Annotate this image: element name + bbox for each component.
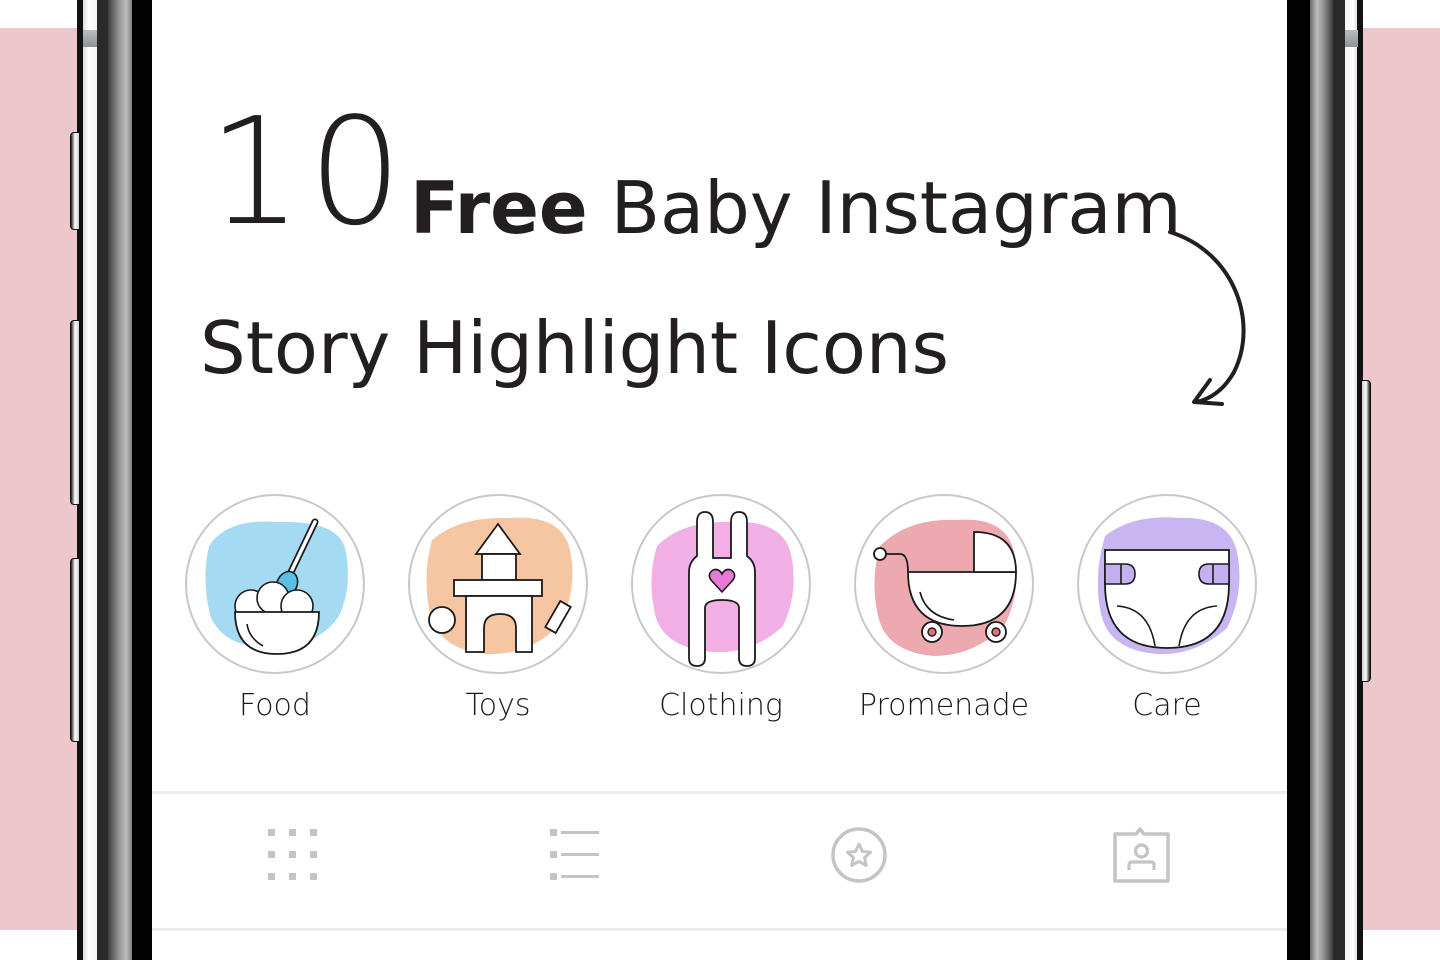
phone-frame-left-metal xyxy=(108,0,134,960)
highlight-ring[interactable] xyxy=(631,494,811,674)
star-circle-icon xyxy=(831,827,887,883)
highlight-toys[interactable]: Toys xyxy=(408,494,588,723)
highlight-ring[interactable] xyxy=(1077,494,1257,674)
mute-switch xyxy=(70,132,80,230)
tab-favorites[interactable] xyxy=(829,825,889,885)
antenna-band-right xyxy=(1345,30,1358,47)
phone-frame-left-inner xyxy=(97,0,108,960)
highlight-promenade[interactable]: Promenade xyxy=(854,494,1034,723)
highlight-ring[interactable] xyxy=(185,494,365,674)
story-highlights-row: Food Toys Clothing Promenade Care xyxy=(152,494,1287,723)
highlight-label: Clothing xyxy=(659,688,783,723)
highlight-label: Promenade xyxy=(858,688,1030,723)
phone-frame-left-border xyxy=(132,0,152,960)
diaper-icon xyxy=(1097,517,1240,655)
grid-icon xyxy=(268,829,317,880)
tab-grid[interactable] xyxy=(264,825,324,885)
highlight-clothing[interactable]: Clothing xyxy=(631,494,811,723)
highlight-label: Toys xyxy=(465,688,531,723)
power-button xyxy=(1361,380,1371,682)
baby-overalls-heart-icon xyxy=(651,511,794,667)
curved-arrow-icon xyxy=(1168,230,1246,406)
volume-up-button xyxy=(70,320,80,505)
baby-stroller-icon xyxy=(873,519,1017,656)
phone-frame-right-metal xyxy=(1310,0,1333,960)
headline-line-1-rest: Baby Instagram xyxy=(610,166,1182,250)
highlight-care[interactable]: Care xyxy=(1077,494,1257,723)
highlight-ring[interactable] xyxy=(854,494,1034,674)
volume-down-button xyxy=(70,558,80,742)
phone-frame-right-inner xyxy=(1333,0,1345,960)
tabbar-top-divider xyxy=(152,791,1287,794)
headline-line-1: Free Baby Instagram xyxy=(410,172,1182,244)
phone-screen: 10 Free Baby Instagram Story Highlight I… xyxy=(152,0,1287,960)
highlight-label: Care xyxy=(1132,688,1202,723)
tabbar-bottom-divider xyxy=(152,928,1287,931)
tab-list[interactable] xyxy=(548,825,608,885)
phone-frame-left-bezel xyxy=(83,0,97,960)
toy-blocks-castle-icon xyxy=(426,517,573,655)
phone-frame-right-border xyxy=(1287,0,1310,960)
highlight-food[interactable]: Food xyxy=(185,494,365,723)
tab-tagged[interactable] xyxy=(1112,825,1172,885)
bowl-with-spoon-icon xyxy=(205,518,348,655)
list-icon xyxy=(550,829,599,880)
profile-tab-bar xyxy=(152,797,1287,927)
person-badge-icon xyxy=(1113,827,1170,883)
highlight-label: Food xyxy=(239,688,311,723)
highlight-ring[interactable] xyxy=(408,494,588,674)
headline-number: 10 xyxy=(208,86,409,258)
headline-line-2: Story Highlight Icons xyxy=(200,306,950,390)
antenna-band-left xyxy=(83,30,97,47)
headline-bold-word: Free xyxy=(410,166,588,250)
